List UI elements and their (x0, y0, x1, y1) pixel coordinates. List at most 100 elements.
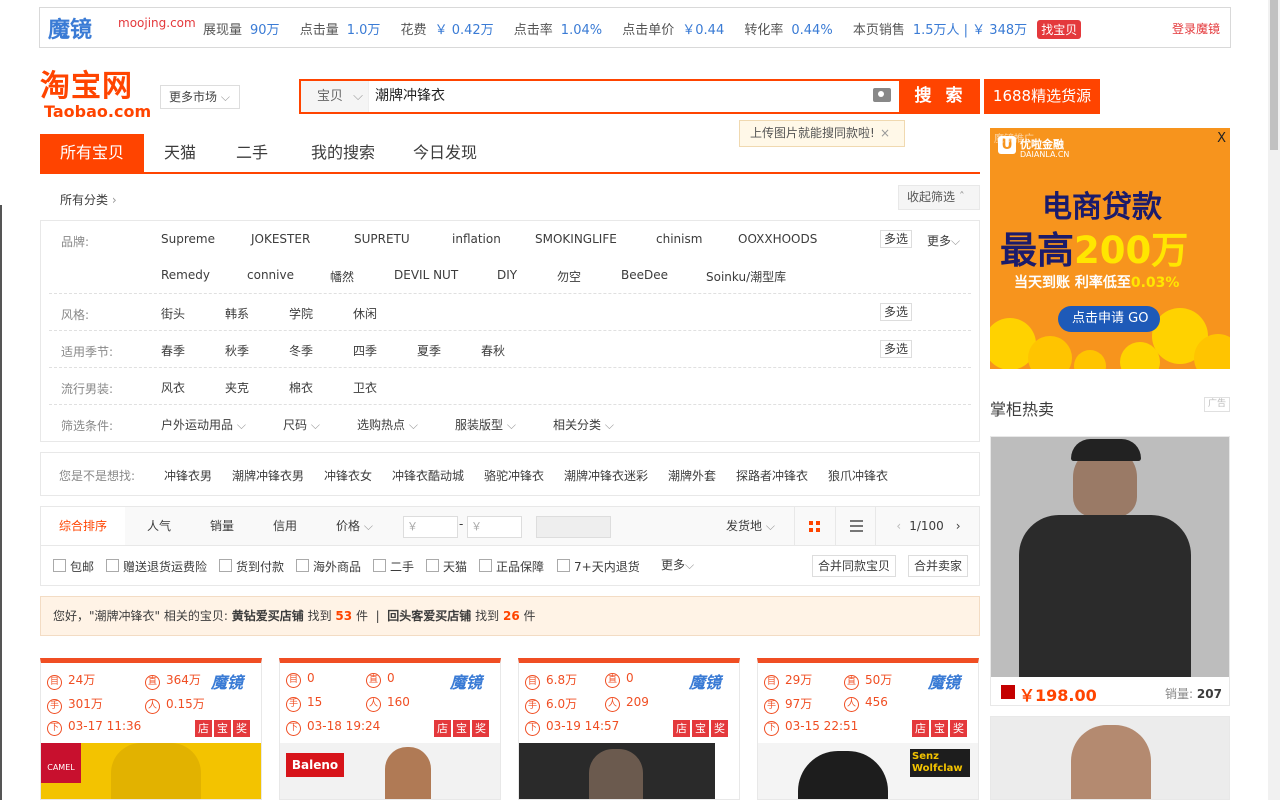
price-to-input[interactable]: ￥ (467, 516, 522, 538)
style-multi-select[interactable]: 多选 (880, 303, 912, 321)
related-item[interactable]: 冲锋衣酷动城 (392, 467, 464, 484)
related-item[interactable]: 冲锋衣男 (164, 467, 212, 484)
item-tag[interactable]: 宝 (214, 720, 231, 737)
tab-all-items[interactable]: 所有宝贝 (40, 134, 144, 172)
moojing-small-logo[interactable]: 魔镜 (689, 669, 721, 693)
item-tag[interactable]: 宝 (931, 720, 948, 737)
product-card[interactable]: 目 24万 直 364万 手 301万 人 0.15万 下 03-17 11:36 魔镜 … (40, 658, 262, 800)
moojing-small-logo[interactable]: 魔镜 (211, 669, 243, 693)
taobao-logo[interactable]: 淘宝网 (40, 72, 133, 102)
related-item[interactable]: 冲锋衣女 (324, 467, 372, 484)
merge-same-button[interactable]: 合并同款宝贝 (812, 555, 897, 577)
condition-dropdown[interactable]: 相关分类 ⌵ (553, 416, 614, 433)
season-item[interactable]: 春季 (161, 342, 185, 359)
sort-sales[interactable]: 销量 (210, 507, 234, 545)
menswear-item[interactable]: 棉衣 (289, 379, 313, 396)
brand-item[interactable]: 幡然 (330, 268, 354, 285)
brand-item[interactable]: connive (247, 268, 294, 282)
grid-view-icon[interactable] (794, 507, 835, 545)
scrollbar-thumb[interactable] (1270, 0, 1278, 150)
chevron-left-icon[interactable]: ‹ (896, 519, 901, 533)
season-item[interactable]: 春秋 (481, 342, 505, 359)
tmall-checkbox[interactable]: 天猫 (426, 558, 467, 575)
brand-item[interactable]: chinism (656, 232, 702, 246)
product-card[interactable]: 目 29万 直 50万 手 97万 人 456 下 03-15 22:51 魔镜 店宝奖 … (757, 658, 979, 800)
search-input[interactable]: 潮牌冲锋衣 (375, 81, 445, 112)
brand-item[interactable]: DEVIL NUT (394, 268, 458, 282)
hot-item-image[interactable] (991, 437, 1229, 677)
related-item[interactable]: 潮牌冲锋衣迷彩 (564, 467, 648, 484)
cod-checkbox[interactable]: 货到付款 (219, 558, 284, 575)
product-image[interactable]: CAMEL (41, 743, 261, 799)
free-shipping-checkbox[interactable]: 包邮 (53, 558, 94, 575)
style-item[interactable]: 韩系 (225, 305, 249, 322)
close-icon[interactable]: X (1217, 131, 1226, 146)
season-item[interactable]: 冬季 (289, 342, 313, 359)
sort-popularity[interactable]: 人气 (147, 507, 171, 545)
brand-item[interactable]: Soinku/潮型库 (706, 268, 786, 285)
shop-tag[interactable]: 店 (434, 720, 451, 737)
overseas-checkbox[interactable]: 海外商品 (296, 558, 361, 575)
condition-dropdown[interactable]: 选购热点 ⌵ (357, 416, 418, 433)
moojing-small-logo[interactable]: 魔镜 (928, 669, 960, 693)
list-view-icon[interactable] (835, 507, 875, 545)
hot-item-card[interactable]: ￥198.00 销量: 207 (990, 436, 1230, 706)
secondhand-checkbox[interactable]: 二手 (373, 558, 414, 575)
menswear-item[interactable]: 风衣 (161, 379, 185, 396)
camera-icon[interactable] (873, 88, 891, 102)
brand-item[interactable]: DIY (497, 268, 517, 282)
brand-item[interactable]: OOXXHOODS (738, 232, 817, 246)
item-tag[interactable]: 宝 (453, 720, 470, 737)
moojing-login-link[interactable]: 登录魔镜 (1172, 20, 1220, 37)
brand-item[interactable]: BeeDee (621, 268, 668, 282)
shop-tag[interactable]: 店 (195, 720, 212, 737)
shop-tag[interactable]: 店 (912, 720, 929, 737)
return-shop-link[interactable]: 回头客爱买店铺 (387, 609, 471, 623)
price-from-input[interactable]: ￥ (403, 516, 458, 538)
tab-secondhand[interactable]: 二手 (216, 134, 288, 172)
brand-item[interactable]: Remedy (161, 268, 210, 282)
ship-from-dropdown[interactable]: 发货地 ⌵ (726, 507, 775, 545)
related-item[interactable]: 潮牌冲锋衣男 (232, 467, 304, 484)
loan-ad-banner[interactable]: U 优啦金融 DAIANLA.CN 魔镜推广 X 电商贷款 最高200万 当天到… (990, 128, 1230, 369)
style-item[interactable]: 街头 (161, 305, 185, 322)
gold-shop-link[interactable]: 黄钻爱买店铺 (232, 609, 304, 623)
all-categories-link[interactable]: 所有分类 › (60, 191, 117, 208)
merge-seller-button[interactable]: 合并卖家 (908, 555, 969, 577)
brand-item[interactable]: SMOKINGLIFE (535, 232, 617, 246)
product-card[interactable]: 目 6.8万 直0 手 6.0万 人 209 下 03-19 14:57 魔镜 店宝奖 (518, 658, 740, 800)
chevron-right-icon[interactable]: › (956, 519, 961, 533)
find-item-button[interactable]: 找宝贝 (1037, 20, 1082, 39)
tab-today-discover[interactable]: 今日发现 (400, 134, 490, 172)
more-market-dropdown[interactable]: 更多市场 ⌵ (160, 85, 240, 109)
award-tag[interactable]: 奖 (233, 720, 250, 737)
more-filters-dropdown[interactable]: 更多⌵ (661, 546, 694, 584)
moojing-small-logo[interactable]: 魔镜 (450, 669, 482, 693)
product-image[interactable]: Senz Wolfclaw (758, 743, 978, 799)
tab-tmall[interactable]: 天猫 (144, 134, 216, 172)
season-multi-select[interactable]: 多选 (880, 340, 912, 358)
price-range-chart[interactable] (536, 516, 611, 538)
award-tag[interactable]: 奖 (472, 720, 489, 737)
hot-item-card[interactable] (990, 716, 1230, 800)
product-image[interactable] (519, 743, 739, 799)
condition-dropdown[interactable]: 服装版型 ⌵ (455, 416, 516, 433)
award-tag[interactable]: 奖 (950, 720, 967, 737)
seven-day-return-checkbox[interactable]: 7+天内退货 (557, 558, 640, 575)
collapse-filter-button[interactable]: 收起筛选 ˆ (898, 185, 980, 210)
sourcing-1688-button[interactable]: 1688精选货源 (984, 79, 1100, 114)
season-item[interactable]: 夏季 (417, 342, 441, 359)
brand-item[interactable]: inflation (452, 232, 501, 246)
search-button[interactable]: 搜 索 (901, 79, 980, 114)
sort-price[interactable]: 价格 ⌵ (336, 507, 373, 545)
menswear-item[interactable]: 卫衣 (353, 379, 377, 396)
condition-dropdown[interactable]: 户外运动用品 ⌵ (161, 416, 246, 433)
style-item[interactable]: 休闲 (353, 305, 377, 322)
brand-more-link[interactable]: 更多⌵ (927, 232, 960, 249)
moojing-logo[interactable]: 魔镜 (48, 12, 92, 44)
brand-item[interactable]: SUPRETU (354, 232, 410, 246)
menswear-item[interactable]: 夹克 (225, 379, 249, 396)
authentic-checkbox[interactable]: 正品保障 (479, 558, 544, 575)
brand-item[interactable]: JOKESTER (251, 232, 310, 246)
product-card[interactable]: 目0 直0 手 15 人 160 下 03-18 19:24 魔镜 店宝奖 Balen… (279, 658, 501, 800)
